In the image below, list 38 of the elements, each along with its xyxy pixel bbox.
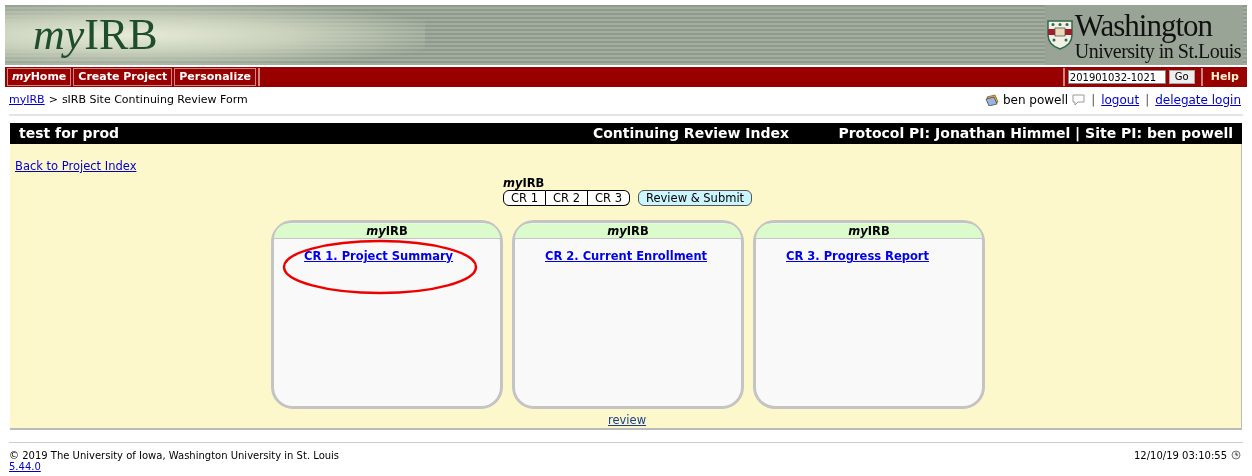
separator-text: |	[1090, 92, 1097, 109]
logo: myIRB	[33, 13, 158, 57]
review-submit-button[interactable]: Review & Submit	[638, 190, 753, 207]
user-link[interactable]: delegate login	[1155, 91, 1241, 109]
notebook-icon	[984, 94, 999, 106]
card-header: myIRB	[515, 223, 741, 240]
nav-link[interactable]: Personalize	[174, 68, 257, 86]
nav-link[interactable]: Create Project	[73, 68, 173, 86]
nav-link[interactable]: myHome	[7, 68, 72, 86]
breadcrumb-separator: >	[48, 91, 58, 108]
section-link[interactable]: CR 2. Current Enrollment	[545, 248, 708, 266]
separator-text: |	[1144, 92, 1151, 109]
back-link[interactable]: Back to Project Index	[15, 158, 137, 176]
university-name: Washington	[1074, 9, 1213, 41]
page-title: Continuing Review Index	[591, 124, 790, 143]
card-header: myIRB	[274, 223, 500, 240]
breadcrumb-current: sIRB Site Continuing Review Form	[61, 91, 248, 108]
shield-icon	[1046, 20, 1073, 50]
user-link[interactable]: logout	[1101, 91, 1140, 109]
pi-info: Protocol PI: Jonathan Himmel | Site PI: ben powell	[838, 124, 1233, 144]
card-header: myIRB	[756, 223, 982, 240]
version-link[interactable]: 5.44.0	[9, 461, 41, 472]
copyright-text: © 2019 The University of Iowa, Washington University in St. Louis	[9, 450, 340, 461]
user-name: ben powell	[1002, 92, 1069, 109]
project-search-field[interactable]: 201901032-1021	[1067, 70, 1166, 84]
chat-icon	[1072, 94, 1086, 106]
section-link[interactable]: CR 3. Progress Report	[786, 248, 930, 266]
section-tab[interactable]: CR 1	[503, 190, 546, 207]
section-nav-label: myIRB	[503, 177, 545, 191]
timestamp: 12/10/19 03:10:55	[1134, 450, 1227, 461]
breadcrumb-link[interactable]: myIRB	[9, 91, 45, 109]
review-link[interactable]: review	[608, 412, 647, 430]
go-button[interactable]: Go	[1168, 70, 1195, 84]
section-tab[interactable]: CR 2	[546, 190, 588, 207]
section-tab[interactable]: CR 3	[588, 190, 630, 207]
clock-icon	[1231, 450, 1241, 460]
project-title: test for prod	[19, 124, 121, 143]
help-link[interactable]: Help	[1200, 68, 1247, 86]
